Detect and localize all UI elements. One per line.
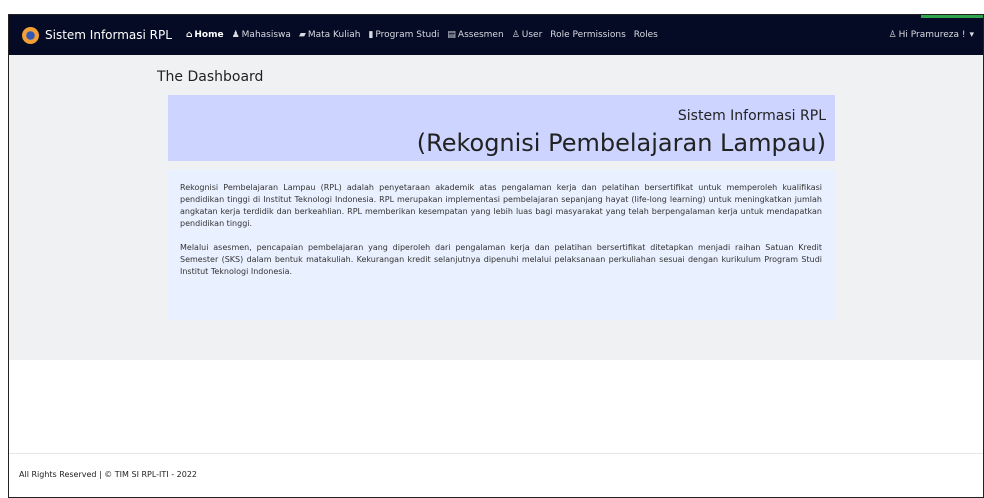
chevron-down-icon: ▾ bbox=[969, 30, 974, 40]
brand-title: Sistem Informasi RPL bbox=[45, 28, 172, 42]
nav-mahasiswa-label: Mahasiswa bbox=[241, 30, 291, 40]
nav-mata-kuliah[interactable]: ▰ Mata Kuliah bbox=[299, 30, 361, 40]
user-label: Hi Pramureza ! bbox=[898, 30, 966, 40]
footer-divider bbox=[9, 453, 983, 454]
hero-subtitle: Sistem Informasi RPL bbox=[677, 108, 826, 124]
nav-user-label: User bbox=[521, 30, 543, 40]
nav-home-label: Home bbox=[194, 30, 224, 40]
nav-roles-label: Roles bbox=[633, 30, 658, 40]
browser-frame: Sistem Informasi RPL ⌂ Home ♟ Mahasiswa … bbox=[8, 14, 984, 498]
logo-icon bbox=[22, 26, 39, 44]
nav-roles[interactable]: Roles bbox=[634, 30, 658, 40]
nav-program-studi[interactable]: ▮ Program Studi bbox=[368, 30, 439, 40]
nav-assesmen-label: Assesmen bbox=[457, 30, 504, 40]
user-icon: ♙ bbox=[888, 29, 897, 40]
footer-copyright: All Rights Reserved | © TIM SI RPL-ITI -… bbox=[19, 470, 197, 479]
user-menu[interactable]: ♙ Hi Pramureza ! ▾ bbox=[889, 30, 974, 40]
nav-mata-kuliah-label: Mata Kuliah bbox=[307, 30, 361, 40]
book-icon: ▰ bbox=[298, 29, 306, 40]
page-title: The Dashboard bbox=[157, 69, 264, 85]
nav-role-permissions-label: Role Permissions bbox=[550, 30, 626, 40]
user-graduate-icon: ♟ bbox=[231, 29, 240, 40]
bookmark-icon: ▮ bbox=[368, 29, 374, 40]
nav-user[interactable]: ♙ User bbox=[512, 30, 543, 40]
nav-program-studi-label: Program Studi bbox=[375, 30, 440, 40]
brand-link[interactable]: Sistem Informasi RPL bbox=[22, 26, 172, 44]
user-icon: ♙ bbox=[511, 29, 520, 40]
hero-banner: Sistem Informasi RPL (Rekognisi Pembelaj… bbox=[168, 95, 835, 161]
description-card: Rekognisi Pembelajaran Lampau (RPL) adal… bbox=[167, 170, 835, 320]
nav-role-permissions[interactable]: Role Permissions bbox=[550, 30, 626, 40]
list-icon: ▤ bbox=[447, 29, 456, 40]
status-accent bbox=[921, 15, 983, 18]
top-navbar: Sistem Informasi RPL ⌂ Home ♟ Mahasiswa … bbox=[9, 15, 983, 55]
home-icon: ⌂ bbox=[185, 29, 193, 40]
nav-home[interactable]: ⌂ Home bbox=[186, 30, 224, 40]
nav-assesmen[interactable]: ▤ Assesmen bbox=[447, 30, 503, 40]
description-paragraph-1: Rekognisi Pembelajaran Lampau (RPL) adal… bbox=[180, 183, 822, 228]
nav-mahasiswa[interactable]: ♟ Mahasiswa bbox=[232, 30, 291, 40]
hero-title: (Rekognisi Pembelajaran Lampau) bbox=[416, 129, 826, 157]
description-paragraph-2: Melalui asesmen, pencapaian pembelajaran… bbox=[180, 243, 822, 276]
